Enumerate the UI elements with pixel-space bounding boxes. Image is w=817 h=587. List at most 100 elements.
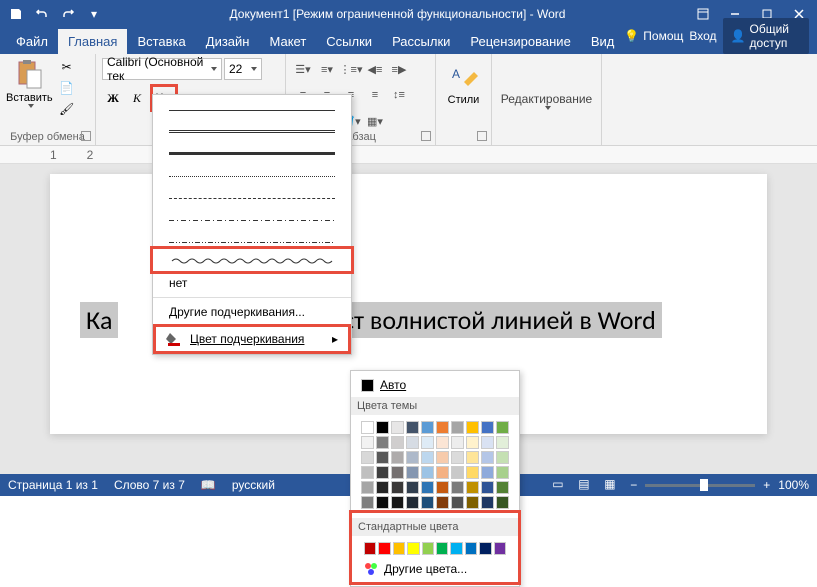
color-swatch[interactable] bbox=[451, 496, 464, 509]
format-painter-icon[interactable]: 🖌 bbox=[57, 100, 77, 118]
color-swatch[interactable] bbox=[496, 421, 509, 434]
color-swatch[interactable] bbox=[393, 542, 405, 555]
color-swatch[interactable] bbox=[481, 436, 494, 449]
color-swatch[interactable] bbox=[406, 496, 419, 509]
copy-icon[interactable]: 📄 bbox=[57, 79, 77, 97]
color-swatch[interactable] bbox=[496, 451, 509, 464]
selected-text-right[interactable]: кст волнистой линией в Word bbox=[325, 302, 662, 338]
color-swatch[interactable] bbox=[496, 481, 509, 494]
underline-dotted[interactable] bbox=[153, 161, 351, 183]
color-swatch[interactable] bbox=[361, 451, 374, 464]
color-swatch[interactable] bbox=[496, 436, 509, 449]
color-swatch[interactable] bbox=[421, 496, 434, 509]
color-swatch[interactable] bbox=[421, 481, 434, 494]
color-swatch[interactable] bbox=[406, 481, 419, 494]
color-swatch[interactable] bbox=[451, 481, 464, 494]
tell-me[interactable]: 💡Помощ bbox=[624, 29, 683, 43]
bold-button[interactable]: Ж bbox=[102, 87, 124, 109]
increase-indent-icon[interactable]: ≡▶ bbox=[388, 58, 410, 80]
color-swatch[interactable] bbox=[481, 421, 494, 434]
color-swatch[interactable] bbox=[406, 436, 419, 449]
font-size-select[interactable]: 22 bbox=[224, 58, 262, 80]
tab-view[interactable]: Вид bbox=[581, 29, 625, 54]
color-swatch[interactable] bbox=[422, 542, 434, 555]
paste-button[interactable]: Вставить bbox=[6, 58, 53, 118]
color-swatch[interactable] bbox=[391, 421, 404, 434]
color-swatch[interactable] bbox=[436, 542, 448, 555]
color-swatch[interactable] bbox=[466, 466, 479, 479]
color-swatch[interactable] bbox=[406, 421, 419, 434]
color-swatch[interactable] bbox=[436, 496, 449, 509]
color-swatch[interactable] bbox=[481, 496, 494, 509]
font-name-select[interactable]: Calibri (Основной тек bbox=[102, 58, 222, 80]
tab-design[interactable]: Дизайн bbox=[196, 29, 260, 54]
status-language[interactable]: русский bbox=[232, 478, 275, 492]
color-swatch[interactable] bbox=[450, 542, 462, 555]
color-swatch[interactable] bbox=[421, 421, 434, 434]
color-swatch[interactable] bbox=[376, 466, 389, 479]
bullets-icon[interactable]: ☰▾ bbox=[292, 58, 314, 80]
paragraph-dialog-icon[interactable] bbox=[421, 131, 431, 141]
color-swatch[interactable] bbox=[376, 436, 389, 449]
color-swatch[interactable] bbox=[361, 421, 374, 434]
color-swatch[interactable] bbox=[421, 451, 434, 464]
zoom-out-icon[interactable]: − bbox=[630, 478, 637, 492]
color-swatch[interactable] bbox=[391, 451, 404, 464]
color-swatch[interactable] bbox=[479, 542, 491, 555]
cut-icon[interactable]: ✂ bbox=[57, 58, 77, 76]
tab-references[interactable]: Ссылки bbox=[316, 29, 382, 54]
color-swatch[interactable] bbox=[361, 481, 374, 494]
justify-icon[interactable]: ≡ bbox=[364, 84, 386, 106]
color-swatch[interactable] bbox=[376, 421, 389, 434]
color-swatch[interactable] bbox=[465, 542, 477, 555]
color-swatch[interactable] bbox=[466, 481, 479, 494]
color-swatch[interactable] bbox=[376, 451, 389, 464]
numbering-icon[interactable]: ≡▾ bbox=[316, 58, 338, 80]
color-swatch[interactable] bbox=[496, 496, 509, 509]
multilevel-icon[interactable]: ⋮≡▾ bbox=[340, 58, 362, 80]
color-swatch[interactable] bbox=[466, 451, 479, 464]
status-page[interactable]: Страница 1 из 1 bbox=[8, 478, 98, 492]
color-swatch[interactable] bbox=[494, 542, 506, 555]
color-swatch[interactable] bbox=[361, 436, 374, 449]
underline-more[interactable]: Другие подчеркивания... bbox=[153, 300, 351, 324]
save-icon[interactable] bbox=[4, 2, 28, 26]
underline-wave[interactable] bbox=[153, 249, 351, 271]
underline-color-menu[interactable]: Цвет подчеркивания ▸ bbox=[156, 327, 348, 351]
color-swatch[interactable] bbox=[481, 466, 494, 479]
status-words[interactable]: Слово 7 из 7 bbox=[114, 478, 185, 492]
tab-home[interactable]: Главная bbox=[58, 29, 127, 54]
color-swatch[interactable] bbox=[451, 436, 464, 449]
color-swatch[interactable] bbox=[496, 466, 509, 479]
tab-layout[interactable]: Макет bbox=[259, 29, 316, 54]
color-swatch[interactable] bbox=[391, 466, 404, 479]
color-swatch[interactable] bbox=[406, 466, 419, 479]
underline-dashed[interactable] bbox=[153, 183, 351, 205]
styles-dialog-icon[interactable] bbox=[477, 131, 487, 141]
share-button[interactable]: 👤Общий доступ bbox=[723, 18, 809, 54]
color-swatch[interactable] bbox=[451, 421, 464, 434]
underline-none[interactable]: нет bbox=[153, 271, 351, 295]
color-swatch[interactable] bbox=[406, 451, 419, 464]
color-swatch[interactable] bbox=[391, 496, 404, 509]
color-swatch[interactable] bbox=[361, 466, 374, 479]
color-swatch[interactable] bbox=[407, 542, 419, 555]
color-swatch[interactable] bbox=[376, 496, 389, 509]
qat-dropdown-icon[interactable]: ▾ bbox=[82, 2, 106, 26]
styles-icon[interactable]: A bbox=[446, 58, 482, 94]
status-spellcheck-icon[interactable]: 📖 bbox=[201, 478, 216, 492]
color-swatch[interactable] bbox=[451, 466, 464, 479]
color-swatch[interactable] bbox=[466, 496, 479, 509]
read-mode-icon[interactable]: ▭ bbox=[552, 477, 570, 493]
underline-dash-dot[interactable] bbox=[153, 205, 351, 227]
color-swatch[interactable] bbox=[451, 451, 464, 464]
color-swatch[interactable] bbox=[436, 481, 449, 494]
tab-mailings[interactable]: Рассылки bbox=[382, 29, 460, 54]
sign-in[interactable]: Вход bbox=[689, 29, 716, 43]
web-layout-icon[interactable]: ▦ bbox=[604, 477, 622, 493]
decrease-indent-icon[interactable]: ◀≡ bbox=[364, 58, 386, 80]
clipboard-dialog-icon[interactable] bbox=[81, 131, 91, 141]
tab-file[interactable]: Файл bbox=[6, 29, 58, 54]
color-auto[interactable]: Авто bbox=[355, 375, 515, 395]
tab-insert[interactable]: Вставка bbox=[127, 29, 195, 54]
